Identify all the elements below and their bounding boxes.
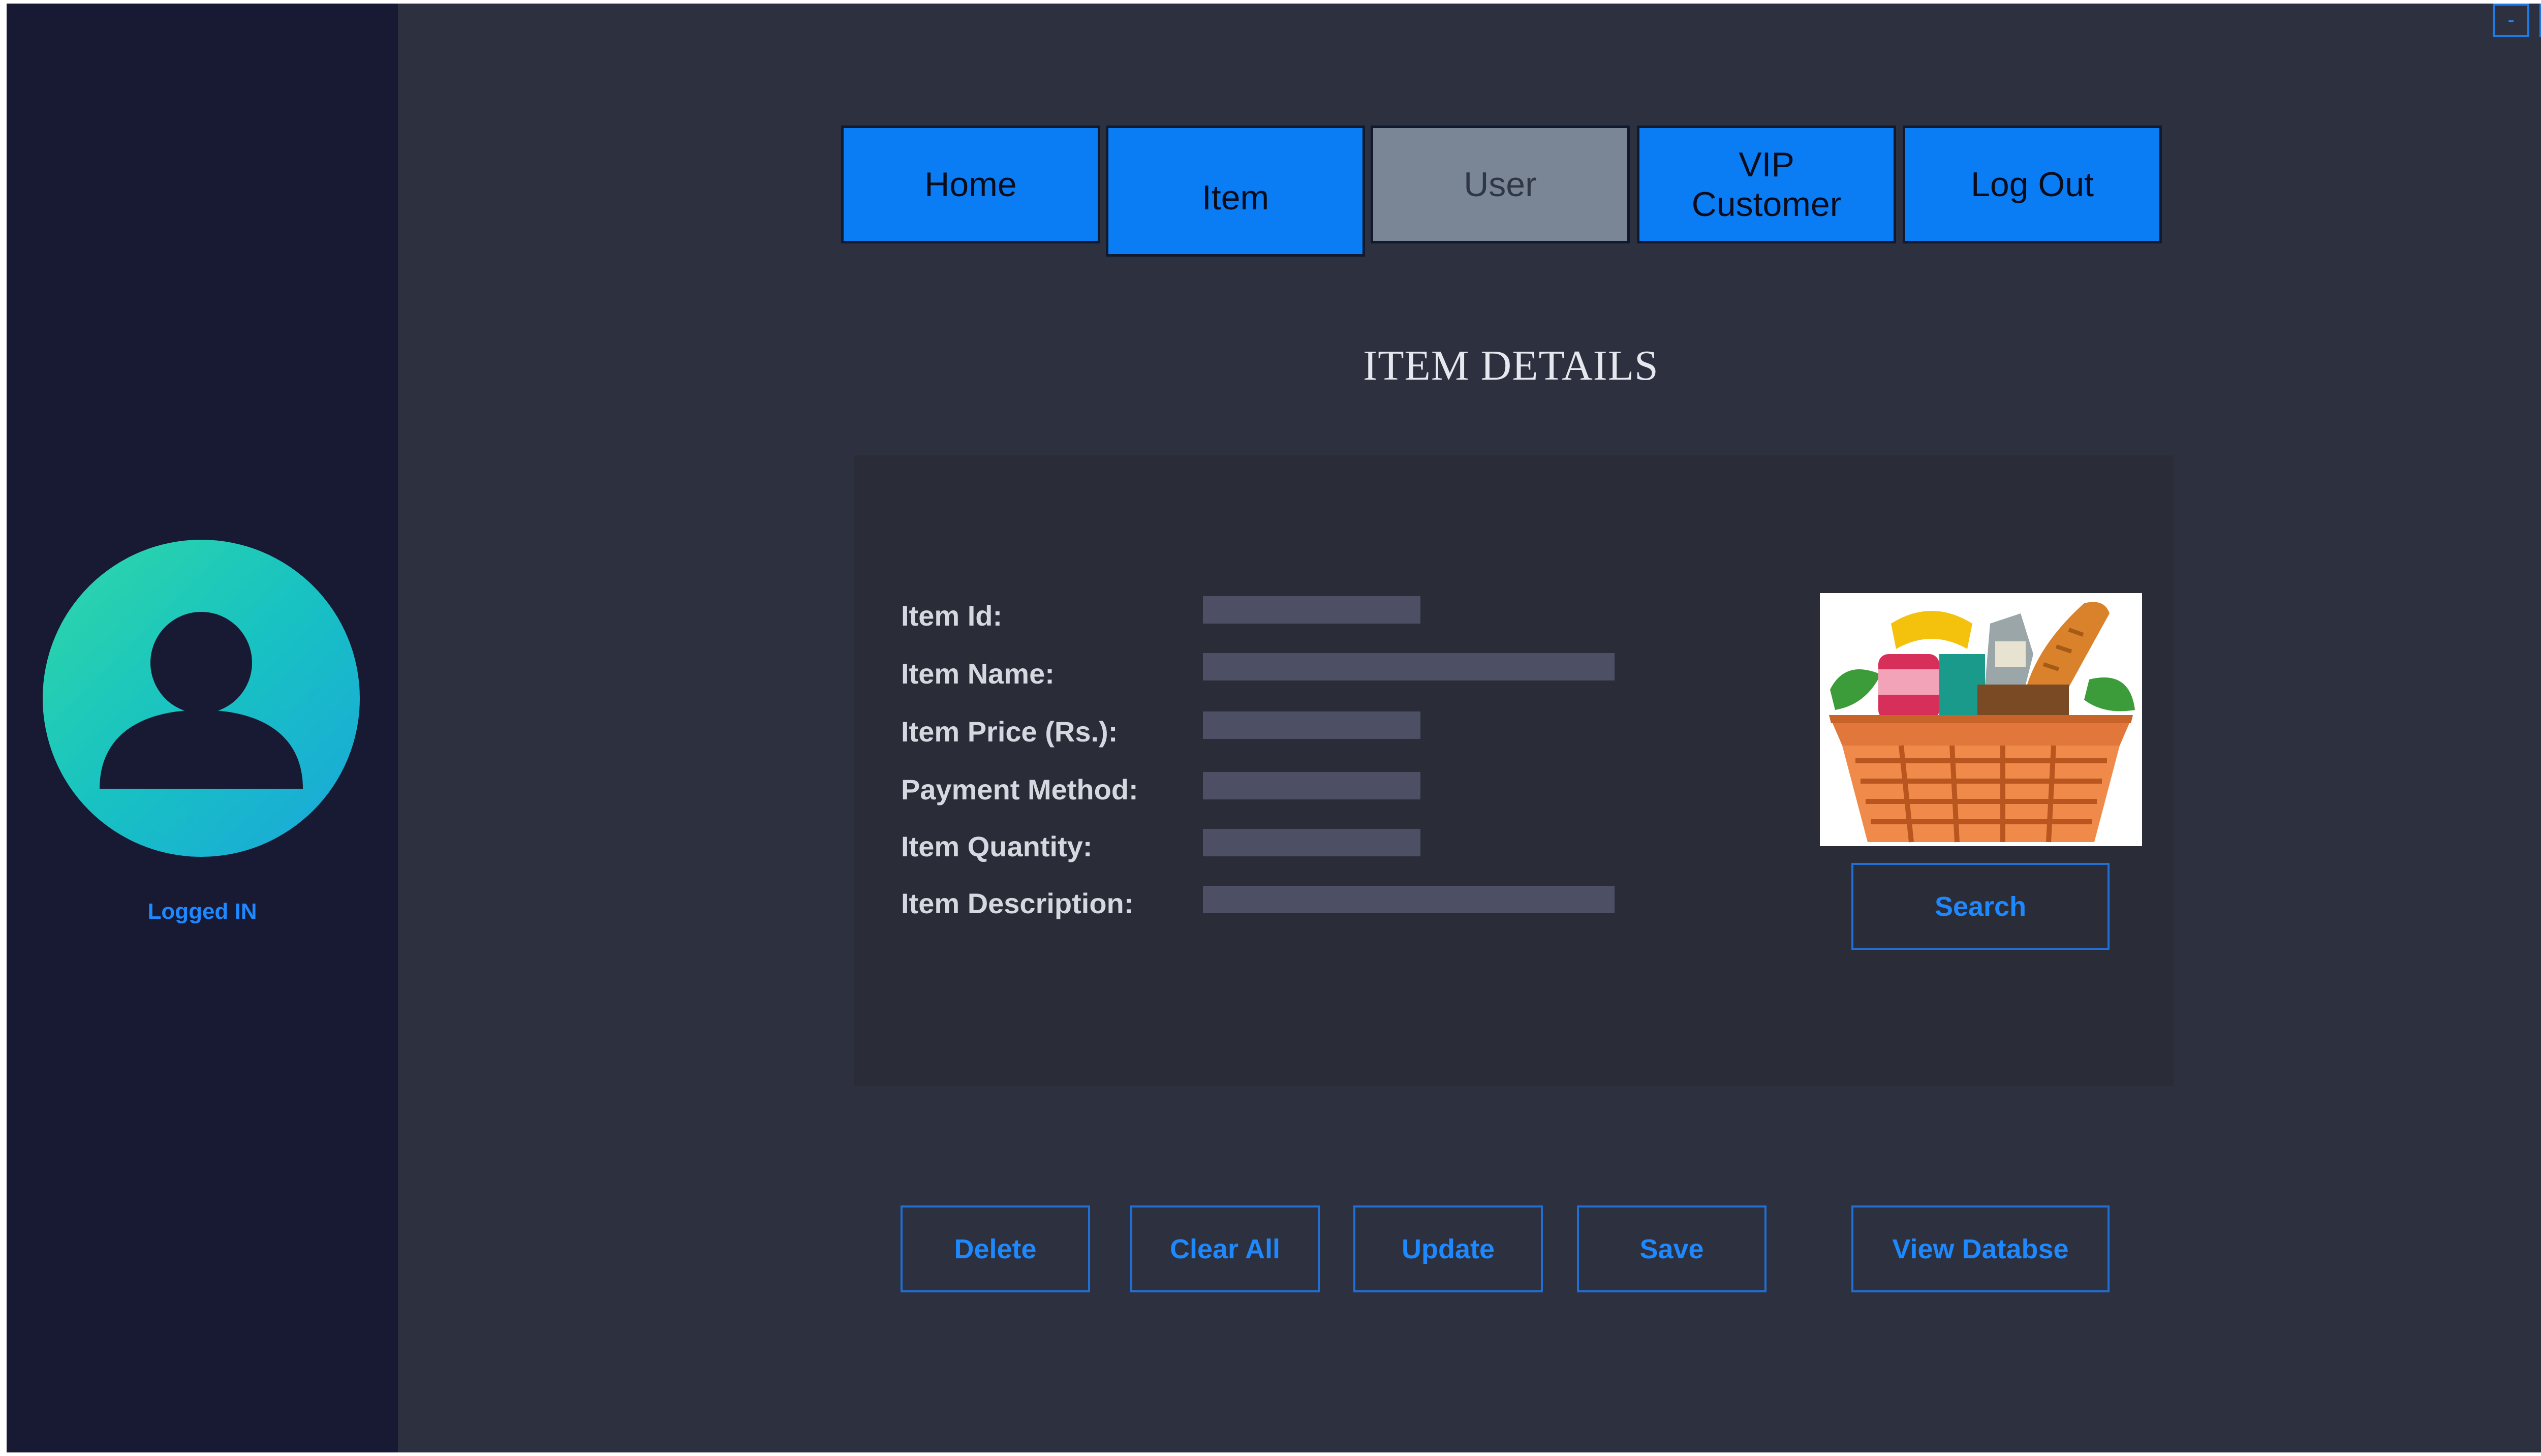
nav-logout-button[interactable]: Log Out — [1903, 126, 2162, 243]
item-price-input[interactable] — [1203, 711, 1420, 739]
item-price-label: Item Price (Rs.): — [901, 716, 1118, 748]
clear-all-button[interactable]: Clear All — [1130, 1205, 1320, 1292]
nav-user-button[interactable]: User — [1371, 126, 1630, 243]
payment-method-input[interactable] — [1203, 772, 1420, 799]
sidebar: Logged IN — [7, 4, 398, 1452]
grocery-basket-icon — [1820, 593, 2142, 846]
item-description-input[interactable] — [1203, 886, 1615, 913]
item-id-label: Item Id: — [901, 600, 1003, 632]
page-title: ITEM DETAILS — [1363, 342, 1659, 389]
item-name-input[interactable] — [1203, 653, 1615, 680]
item-id-input[interactable] — [1203, 596, 1420, 624]
user-avatar-icon — [43, 540, 360, 857]
item-quantity-input[interactable] — [1203, 829, 1420, 856]
minimize-button[interactable]: - — [2493, 4, 2529, 37]
view-database-button[interactable]: View Databse — [1851, 1205, 2110, 1292]
save-button[interactable]: Save — [1577, 1205, 1767, 1292]
app-window: Logged IN - X Home Item User VIP Custome… — [7, 4, 2541, 1452]
item-quantity-label: Item Quantity: — [901, 830, 1093, 862]
nav-item-button[interactable]: Item — [1106, 126, 1365, 257]
update-button[interactable]: Update — [1353, 1205, 1543, 1292]
payment-method-label: Payment Method: — [901, 773, 1138, 806]
item-name-label: Item Name: — [901, 658, 1055, 690]
search-button[interactable]: Search — [1851, 863, 2110, 950]
logged-in-status: Logged IN — [147, 899, 257, 924]
item-description-label: Item Description: — [901, 887, 1134, 919]
nav-home-button[interactable]: Home — [841, 126, 1100, 243]
delete-button[interactable]: Delete — [901, 1205, 1090, 1292]
nav-vip-customer-button[interactable]: VIP Customer — [1637, 126, 1896, 243]
